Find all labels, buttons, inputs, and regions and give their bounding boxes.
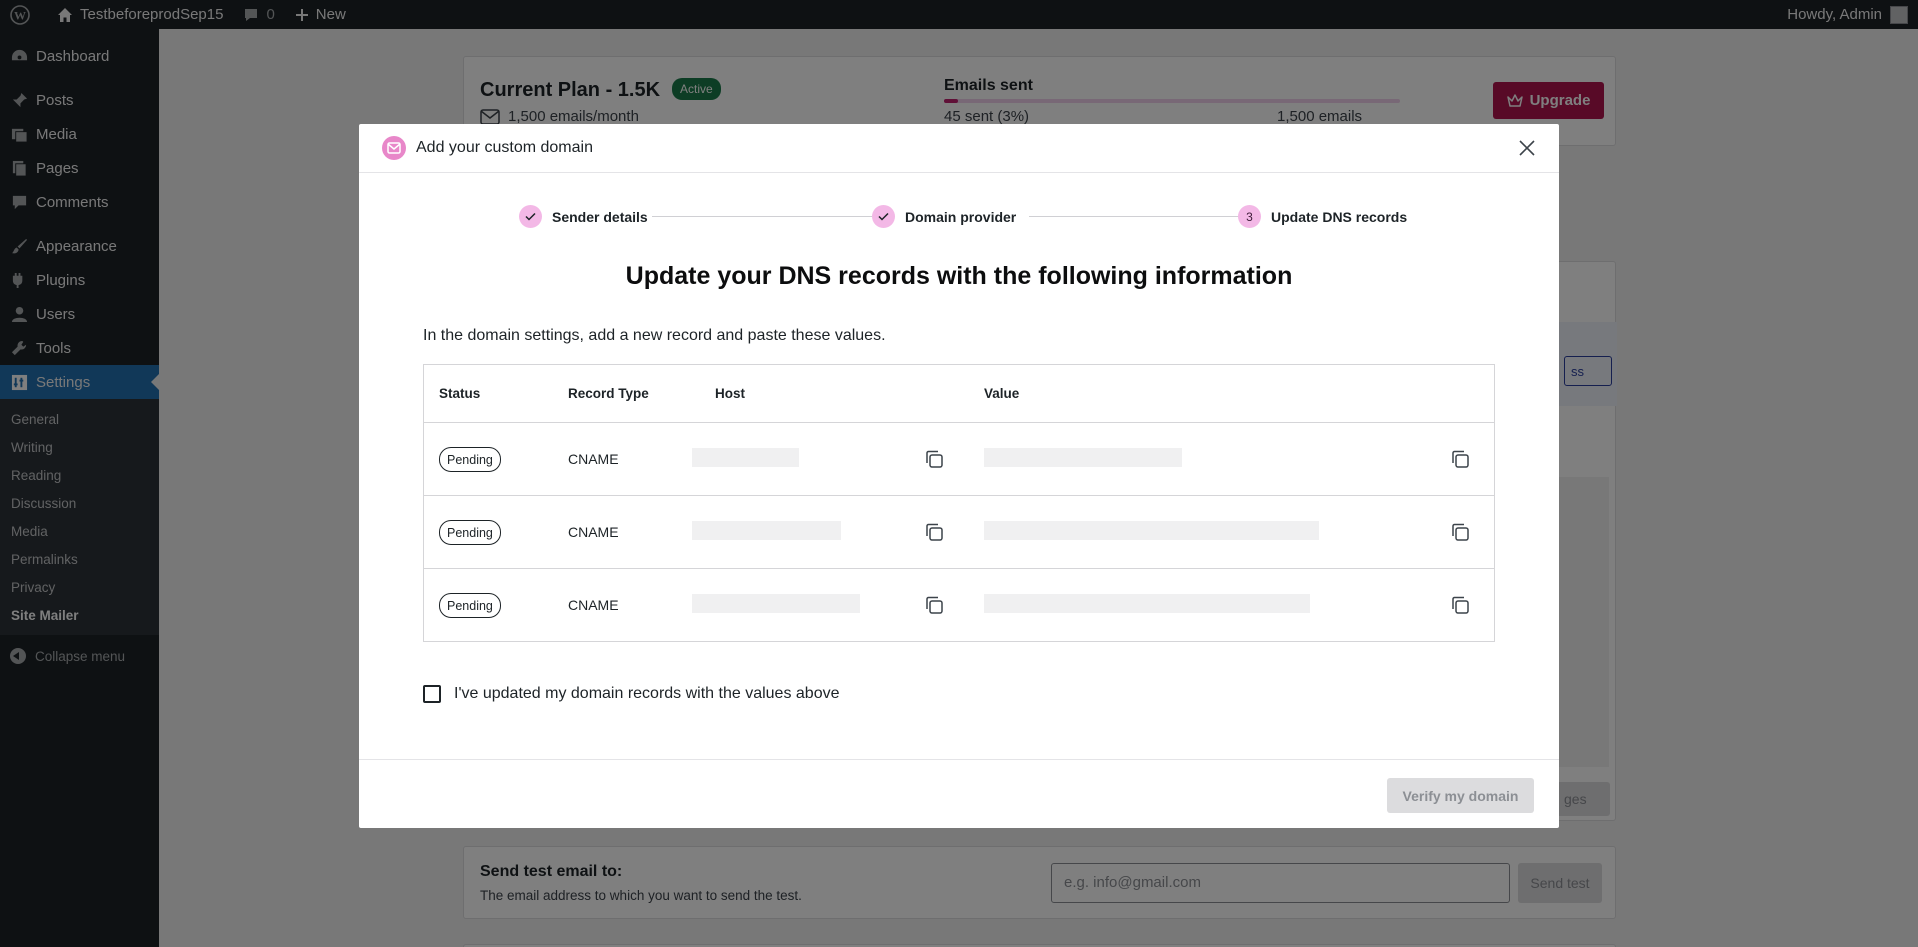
- column-header-host: Host: [715, 386, 745, 401]
- host-value-masked: [692, 448, 799, 467]
- host-value-masked: [692, 594, 860, 613]
- status-badge: Pending: [439, 593, 501, 618]
- step-connector: [1029, 216, 1241, 217]
- record-value-masked: [984, 521, 1319, 540]
- record-type: CNAME: [568, 451, 619, 467]
- step-sender-details: Sender details: [519, 205, 648, 228]
- confirm-checkbox-row[interactable]: I've updated my domain records with the …: [423, 685, 840, 703]
- verify-domain-button[interactable]: Verify my domain: [1387, 778, 1534, 813]
- record-value-masked: [984, 594, 1310, 613]
- host-value-masked: [692, 521, 841, 540]
- modal-header: Add your custom domain: [359, 124, 1559, 173]
- step-label: Update DNS records: [1271, 208, 1408, 225]
- record-type: CNAME: [568, 597, 619, 613]
- status-badge: Pending: [439, 520, 501, 545]
- copy-icon[interactable]: [924, 595, 944, 615]
- table-row: Pending CNAME: [424, 568, 1494, 641]
- site-mailer-logo-icon: [382, 136, 406, 160]
- custom-domain-modal: Add your custom domain Sender details Do…: [359, 124, 1559, 828]
- column-header-value: Value: [984, 386, 1020, 401]
- copy-icon[interactable]: [924, 449, 944, 469]
- step-connector: [652, 216, 874, 217]
- check-icon: [519, 205, 542, 228]
- close-icon[interactable]: [1517, 138, 1537, 158]
- table-row: Pending CNAME: [424, 495, 1494, 568]
- modal-heading: Update your DNS records with the followi…: [625, 262, 1293, 290]
- modal-intro: In the domain settings, add a new record…: [423, 327, 886, 344]
- confirm-label: I've updated my domain records with the …: [454, 685, 840, 702]
- status-badge: Pending: [439, 447, 501, 472]
- dns-records-table: Status Record Type Host Value Pending CN…: [423, 364, 1495, 642]
- record-type: CNAME: [568, 524, 619, 540]
- check-icon: [872, 205, 895, 228]
- step-update-dns: 3 Update DNS records: [1238, 205, 1407, 228]
- copy-icon[interactable]: [924, 522, 944, 542]
- record-value-masked: [984, 448, 1182, 467]
- step-label: Sender details: [552, 208, 648, 225]
- modal-title: Add your custom domain: [416, 139, 593, 156]
- step-label: Domain provider: [905, 208, 1017, 225]
- column-header-record-type: Record Type: [568, 386, 649, 401]
- copy-icon[interactable]: [1450, 595, 1470, 615]
- modal-footer: Verify my domain: [359, 759, 1559, 828]
- copy-icon[interactable]: [1450, 522, 1470, 542]
- step-domain-provider: Domain provider: [872, 205, 1016, 228]
- table-row: Pending CNAME: [424, 422, 1494, 495]
- step-number: 3: [1238, 205, 1261, 228]
- confirm-checkbox[interactable]: [423, 685, 441, 703]
- stepper: Sender details Domain provider 3 Update …: [519, 205, 1419, 229]
- column-header-status: Status: [439, 386, 481, 401]
- copy-icon[interactable]: [1450, 449, 1470, 469]
